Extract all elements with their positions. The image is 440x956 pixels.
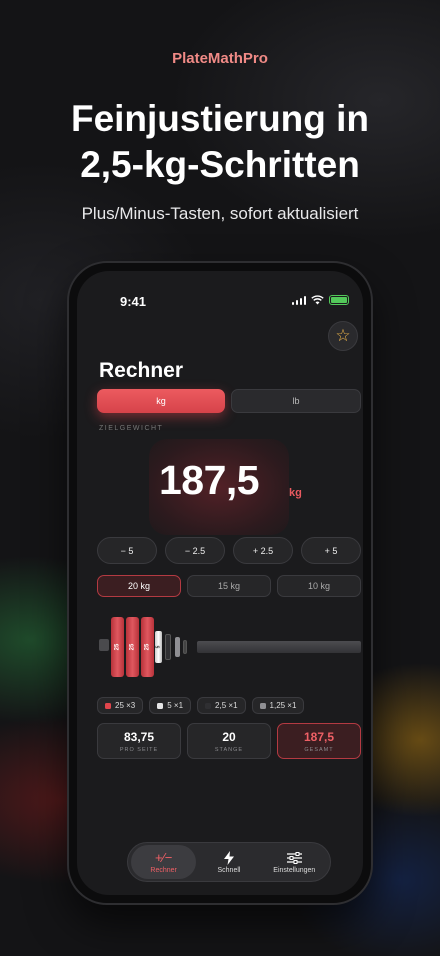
barbell-shaft bbox=[197, 641, 361, 653]
unit-option-lb[interactable]: lb bbox=[231, 389, 361, 413]
headline-line-1: Feinjustierung in bbox=[70, 98, 370, 139]
signal-icon bbox=[291, 295, 306, 305]
bar-value: 20 bbox=[222, 729, 236, 744]
wifi-icon bbox=[311, 295, 324, 305]
plate-25kg: 25 bbox=[111, 617, 124, 677]
bolt-icon bbox=[223, 850, 234, 865]
plate-color-dot bbox=[205, 702, 212, 709]
status-icons bbox=[291, 295, 349, 305]
plate-5kg: 5 bbox=[155, 631, 162, 663]
plate-color-dot bbox=[105, 702, 111, 709]
plate-chip: 25 ×3 bbox=[97, 697, 144, 714]
plus-minus-icon: +∕− bbox=[154, 849, 173, 865]
plate-chip: 5 ×1 bbox=[149, 697, 192, 714]
per-side-card: 83,75 PRO SEITE bbox=[97, 723, 181, 759]
plate-color-dot bbox=[259, 702, 266, 709]
headline: Feinjustierung in 2,5-kg-Schritten bbox=[0, 96, 440, 188]
tab-label: Rechner bbox=[150, 866, 177, 874]
status-time: 9:41 bbox=[120, 294, 147, 309]
summary-cards: 83,75 PRO SEITE 20 STANGE 187,5 GESAMT bbox=[97, 723, 361, 759]
subline: Plus/Minus-Tasten, sofort aktualisiert bbox=[81, 204, 359, 223]
tab-label: Schnell bbox=[217, 866, 241, 874]
minus-2-5-button[interactable]: − 2.5 bbox=[165, 537, 225, 564]
sliders-icon bbox=[286, 851, 302, 865]
step-buttons: − 5 − 2.5 + 2.5 + 5 bbox=[97, 537, 361, 564]
target-weight-unit: kg bbox=[289, 487, 302, 499]
tab-einstellungen[interactable]: Einstellungen bbox=[262, 845, 327, 879]
total-value: 187,5 bbox=[303, 729, 335, 744]
total-label: GESAMT bbox=[304, 746, 334, 753]
plate-breakdown: 25 ×3 5 ×1 2,5 ×1 1,25 ×1 bbox=[97, 697, 305, 714]
plus-2-5-button[interactable]: + 2.5 bbox=[233, 537, 293, 564]
plate-chip: 2,5 ×1 bbox=[197, 697, 246, 714]
bar-option-15kg[interactable]: 15 kg bbox=[187, 575, 271, 597]
favorite-button[interactable]: ☆ bbox=[328, 321, 358, 351]
bar-card: 20 STANGE bbox=[187, 723, 271, 759]
barbell-collar bbox=[183, 640, 187, 654]
star-icon: ☆ bbox=[335, 326, 351, 345]
plus-5-button[interactable]: + 5 bbox=[301, 537, 361, 564]
target-weight-label: ZIELGEWICHT bbox=[99, 425, 164, 432]
app-screen: 9:41 ☆ Rechner kg lb ZIELGEWICHT 187,5 k… bbox=[77, 271, 363, 895]
bar-option-20kg[interactable]: 20 kg bbox=[97, 575, 181, 597]
per-side-label: PRO SEITE bbox=[119, 746, 159, 753]
battery-icon bbox=[329, 295, 349, 305]
tab-label: Einstellungen bbox=[273, 866, 316, 874]
plate-color-dot bbox=[157, 702, 164, 709]
bar-option-10kg[interactable]: 10 kg bbox=[277, 575, 361, 597]
plate-25kg: 25 bbox=[126, 617, 139, 677]
plate-2-5kg bbox=[165, 634, 171, 660]
unit-toggle: kg lb bbox=[97, 389, 361, 413]
tab-schnell[interactable]: Schnell bbox=[196, 845, 261, 879]
headline-line-2: 2,5-kg-Schritten bbox=[80, 144, 360, 185]
tab-bar: +∕− Rechner Schnell Einstellungen bbox=[127, 842, 331, 882]
tab-rechner[interactable]: +∕− Rechner bbox=[131, 845, 197, 879]
plate-chip: 1,25 ×1 bbox=[251, 697, 305, 714]
phone-frame: 9:41 ☆ Rechner kg lb ZIELGEWICHT 187,5 k… bbox=[67, 261, 373, 905]
unit-option-kg[interactable]: kg bbox=[97, 389, 225, 413]
minus-5-button[interactable]: − 5 bbox=[97, 537, 157, 564]
brand-name: PlateMathPro bbox=[172, 50, 268, 67]
total-card: 187,5 GESAMT bbox=[277, 723, 361, 759]
page-title: Rechner bbox=[99, 359, 184, 382]
plate-1-25kg bbox=[175, 637, 180, 657]
target-weight-value: 187,5 bbox=[159, 457, 260, 503]
barbell-visual: 25 25 25 5 bbox=[97, 617, 361, 677]
plate-25kg: 25 bbox=[141, 617, 154, 677]
bar-weight-selector: 20 kg 15 kg 10 kg bbox=[97, 575, 361, 597]
barbell-sleeve bbox=[99, 639, 109, 651]
bar-label: STANGE bbox=[214, 746, 244, 753]
per-side-value: 83,75 bbox=[123, 729, 155, 744]
